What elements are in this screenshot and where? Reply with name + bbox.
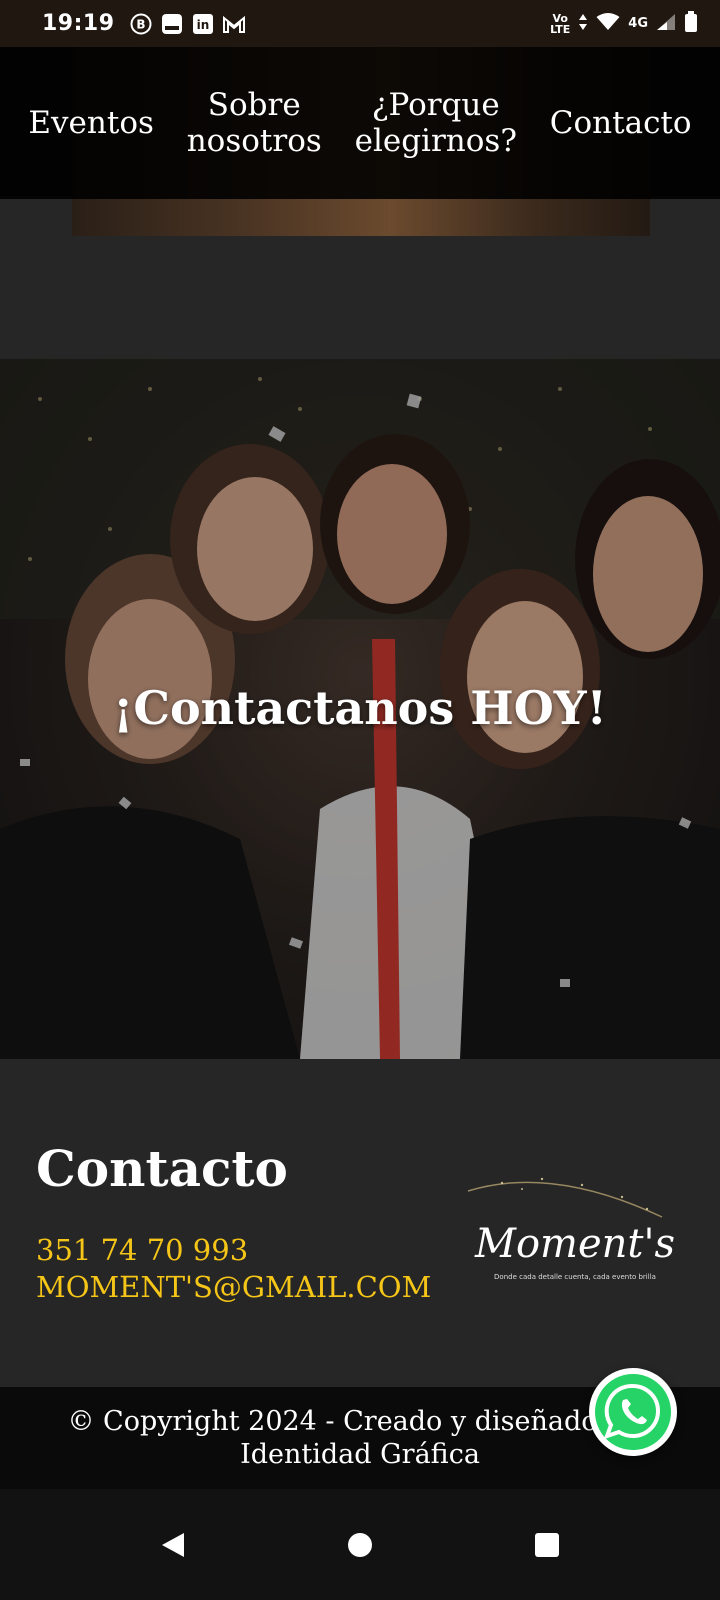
linkedin-icon: in	[191, 12, 215, 36]
contact-title: Contacto	[36, 1139, 288, 1198]
whatsapp-icon	[595, 1374, 671, 1450]
app-icon	[160, 12, 184, 36]
moments-logo: Moment's Donde cada detalle cuenta, cada…	[462, 1169, 688, 1289]
home-icon	[347, 1532, 372, 1557]
nav-item-sobre-nosotros[interactable]: Sobre nosotros	[187, 87, 322, 159]
svg-text:B: B	[136, 17, 145, 31]
home-button[interactable]	[340, 1525, 380, 1565]
svg-text:in: in	[196, 18, 209, 32]
copyright-author: Identidad Gráfica	[240, 1439, 480, 1470]
nav-item-porque-elegirnos[interactable]: ¿Porque elegirnos?	[355, 87, 517, 159]
data-arrows-icon	[578, 13, 588, 35]
copyright-line: © Copyright 2024 - Creado y diseñado por	[67, 1406, 653, 1437]
battery-icon	[684, 10, 698, 37]
wifi-icon	[596, 12, 620, 35]
status-bar: 19:19 B in Vo LTE 4G	[0, 0, 720, 47]
main-nav: Eventos Sobre nosotros ¿Porque elegirnos? …	[0, 47, 720, 199]
contact-banner: ¡Contactanos HOY!	[0, 359, 720, 1059]
contact-section: Contacto 351 74 70 993 MOMENT'S@GMAIL.CO…	[0, 1059, 720, 1387]
notification-icons: B in	[129, 12, 246, 36]
nav-item-contacto[interactable]: Contacto	[550, 105, 692, 141]
contact-phone-link[interactable]: 351 74 70 993	[36, 1233, 248, 1267]
clock: 19:19	[42, 11, 115, 36]
section-spacer	[0, 236, 720, 359]
banner-title: ¡Contactanos HOY!	[113, 681, 607, 735]
recents-button[interactable]	[527, 1525, 567, 1565]
system-status: Vo LTE 4G	[550, 10, 698, 37]
nav-item-eventos[interactable]: Eventos	[28, 105, 153, 141]
system-nav-bar	[0, 1489, 720, 1600]
whatsapp-button[interactable]	[589, 1368, 677, 1456]
recents-icon	[534, 1532, 559, 1557]
network-type: 4G	[628, 16, 648, 31]
signal-icon	[656, 13, 676, 35]
volte-indicator: Vo LTE	[550, 11, 571, 36]
back-button[interactable]	[153, 1525, 193, 1565]
back-icon	[162, 1532, 185, 1557]
b-icon: B	[129, 12, 153, 36]
svg-text:Donde cada detalle cuenta, cad: Donde cada detalle cuenta, cada evento b…	[494, 1273, 656, 1281]
contact-email-link[interactable]: MOMENT'S@GMAIL.COM	[36, 1270, 431, 1304]
gmail-icon	[222, 12, 246, 36]
svg-text:Moment's: Moment's	[474, 1221, 675, 1267]
